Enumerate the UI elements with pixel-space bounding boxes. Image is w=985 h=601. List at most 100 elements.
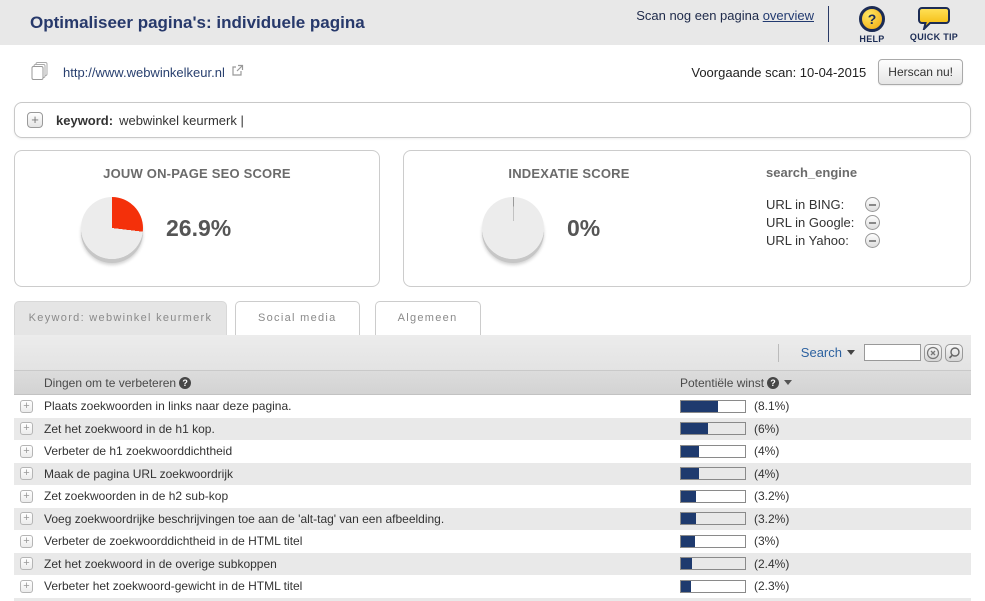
- chevron-down-icon[interactable]: [847, 350, 855, 355]
- quicktip-button[interactable]: QUICK TIP: [903, 6, 965, 42]
- indexation-pie-row: 0%: [404, 197, 734, 259]
- gain-bar: [680, 557, 746, 570]
- clear-search-button[interactable]: [924, 344, 942, 362]
- bing-label: URL in BING:: [766, 197, 861, 212]
- gain-bar-fill: [681, 423, 708, 434]
- tab-social-media[interactable]: Social media: [235, 301, 360, 335]
- table-row: + Voeg zoekwoordrijke beschrijvingen toe…: [14, 508, 971, 531]
- table-row: + Plaats zoekwoorden in links naar deze …: [14, 395, 971, 418]
- expand-row-icon[interactable]: +: [20, 512, 33, 525]
- add-keyword-icon[interactable]: +: [27, 112, 43, 128]
- yahoo-label: URL in Yahoo:: [766, 233, 861, 248]
- row-gain-cell: (3.2%): [680, 512, 971, 526]
- improvement-list: + Plaats zoekwoorden in links naar deze …: [14, 395, 971, 598]
- row-text: Plaats zoekwoorden in links naar deze pa…: [44, 399, 680, 413]
- row-text: Verbeter het zoekwoord-gewicht in de HTM…: [44, 579, 680, 593]
- gain-percent: (4%): [754, 444, 779, 458]
- url-row: http://www.webwinkelkeur.nl Voorgaande s…: [30, 58, 963, 86]
- gain-bar-fill: [681, 491, 696, 502]
- external-link-icon[interactable]: [231, 64, 244, 77]
- row-text: Voeg zoekwoordrijke beschrijvingen toe a…: [44, 512, 680, 526]
- row-text: Zet het zoekwoord in de h1 kop.: [44, 422, 680, 436]
- header-right: Scan nog een pagina overview ? HELP QUIC…: [636, 0, 965, 44]
- quicktip-label: QUICK TIP: [910, 32, 958, 42]
- search-input[interactable]: [864, 344, 921, 361]
- expand-row-icon[interactable]: +: [20, 535, 33, 548]
- sort-desc-icon: [784, 380, 792, 385]
- indexation-panel: INDEXATIE SCORE 0% search_engine URL in …: [403, 150, 971, 287]
- expand-row-icon[interactable]: +: [20, 445, 33, 458]
- scan-another-text: Scan nog een pagina overview: [636, 8, 814, 23]
- row-gain-cell: (4%): [680, 467, 971, 481]
- search-engines-col: search_engine URL in BING: URL in Google…: [766, 151, 970, 286]
- table-row: + Verbeter de h1 zoekwoorddichtheid (4%): [14, 440, 971, 463]
- gain-bar-fill: [681, 536, 695, 547]
- gain-bar: [680, 467, 746, 480]
- keyword-input[interactable]: webwinkel keurmerk |: [119, 113, 244, 128]
- gain-bar-fill: [681, 401, 718, 412]
- help-icon: ?: [859, 6, 885, 32]
- tabs-row: Keyword: webwinkel keurmerk Social media…: [14, 301, 971, 335]
- search-button[interactable]: [945, 344, 963, 362]
- score-panels: JOUW ON-PAGE SEO SCORE 26.9% INDEXATIE S…: [14, 150, 971, 287]
- overview-link[interactable]: overview: [763, 8, 814, 23]
- minus-icon: [865, 233, 880, 248]
- speech-bubble-icon: [918, 6, 950, 30]
- engine-row-google: URL in Google:: [766, 215, 880, 230]
- gain-bar: [680, 535, 746, 548]
- gain-bar-fill: [681, 558, 692, 569]
- gain-bar: [680, 422, 746, 435]
- help-tooltip-icon[interactable]: ?: [179, 377, 191, 389]
- help-button[interactable]: ? HELP: [841, 6, 903, 44]
- pages-icon[interactable]: [30, 61, 50, 83]
- gain-bar: [680, 490, 746, 503]
- help-tooltip-icon: ?: [767, 377, 779, 389]
- search-dropdown[interactable]: Search: [801, 345, 842, 360]
- gain-percent: (4%): [754, 467, 779, 481]
- gain-percent: (8.1%): [754, 399, 789, 413]
- toolbar-divider: [778, 344, 779, 362]
- expand-row-icon[interactable]: +: [20, 467, 33, 480]
- gain-percent: (6%): [754, 422, 779, 436]
- gain-percent: (2.3%): [754, 579, 789, 593]
- col-potential-gain[interactable]: Potentiële winst ?: [680, 376, 971, 390]
- close-icon: [926, 346, 940, 360]
- google-label: URL in Google:: [766, 215, 861, 230]
- previous-scan-text: Voorgaande scan: 10-04-2015: [691, 65, 866, 80]
- table-row: + Zet het zoekwoord in de h1 kop. (6%): [14, 418, 971, 441]
- page-url: http://www.webwinkelkeur.nl: [63, 65, 225, 80]
- row-gain-cell: (8.1%): [680, 399, 971, 413]
- table-row: + Maak de pagina URL zoekwoordrijk (4%): [14, 463, 971, 486]
- page-title: Optimaliseer pagina's: individuele pagin…: [30, 0, 365, 45]
- tab-algemeen[interactable]: Algemeen: [375, 301, 481, 335]
- potential-gain-label: Potentiële winst: [680, 376, 764, 390]
- table-row: + Verbeter de zoekwoorddichtheid in de H…: [14, 530, 971, 553]
- row-gain-cell: (3.2%): [680, 489, 971, 503]
- scan-text-label: Scan nog een pagina: [636, 8, 763, 23]
- table-toolbar: Search: [14, 335, 971, 370]
- indexation-pie-chart: [482, 197, 544, 259]
- gain-bar: [680, 512, 746, 525]
- table-row: + Zet het zoekwoord in de overige subkop…: [14, 553, 971, 576]
- expand-row-icon[interactable]: +: [20, 490, 33, 503]
- engine-row-bing: URL in BING:: [766, 197, 880, 212]
- expand-row-icon[interactable]: +: [20, 400, 33, 413]
- expand-row-icon[interactable]: +: [20, 580, 33, 593]
- row-text: Verbeter de zoekwoorddichtheid in de HTM…: [44, 534, 680, 548]
- table-row: + Verbeter het zoekwoord-gewicht in de H…: [14, 575, 971, 598]
- col-things-to-improve: Dingen om te verbeteren: [44, 376, 176, 390]
- seo-score-panel: JOUW ON-PAGE SEO SCORE 26.9%: [14, 150, 380, 287]
- row-text: Zet het zoekwoord in de overige subkoppe…: [44, 557, 680, 571]
- row-text: Zet zoekwoorden in de h2 sub-kop: [44, 489, 680, 503]
- gain-bar: [680, 400, 746, 413]
- rescan-button[interactable]: Herscan nu!: [878, 59, 963, 85]
- gain-bar: [680, 445, 746, 458]
- gain-bar-fill: [681, 446, 699, 457]
- gain-percent: (2.4%): [754, 557, 789, 571]
- expand-row-icon[interactable]: +: [20, 422, 33, 435]
- seo-score-value: 26.9%: [166, 215, 231, 242]
- expand-row-icon[interactable]: +: [20, 557, 33, 570]
- table-row: + Zet zoekwoorden in de h2 sub-kop (3.2%…: [14, 485, 971, 508]
- tab-keyword[interactable]: Keyword: webwinkel keurmerk: [14, 301, 227, 335]
- gain-bar-fill: [681, 468, 699, 479]
